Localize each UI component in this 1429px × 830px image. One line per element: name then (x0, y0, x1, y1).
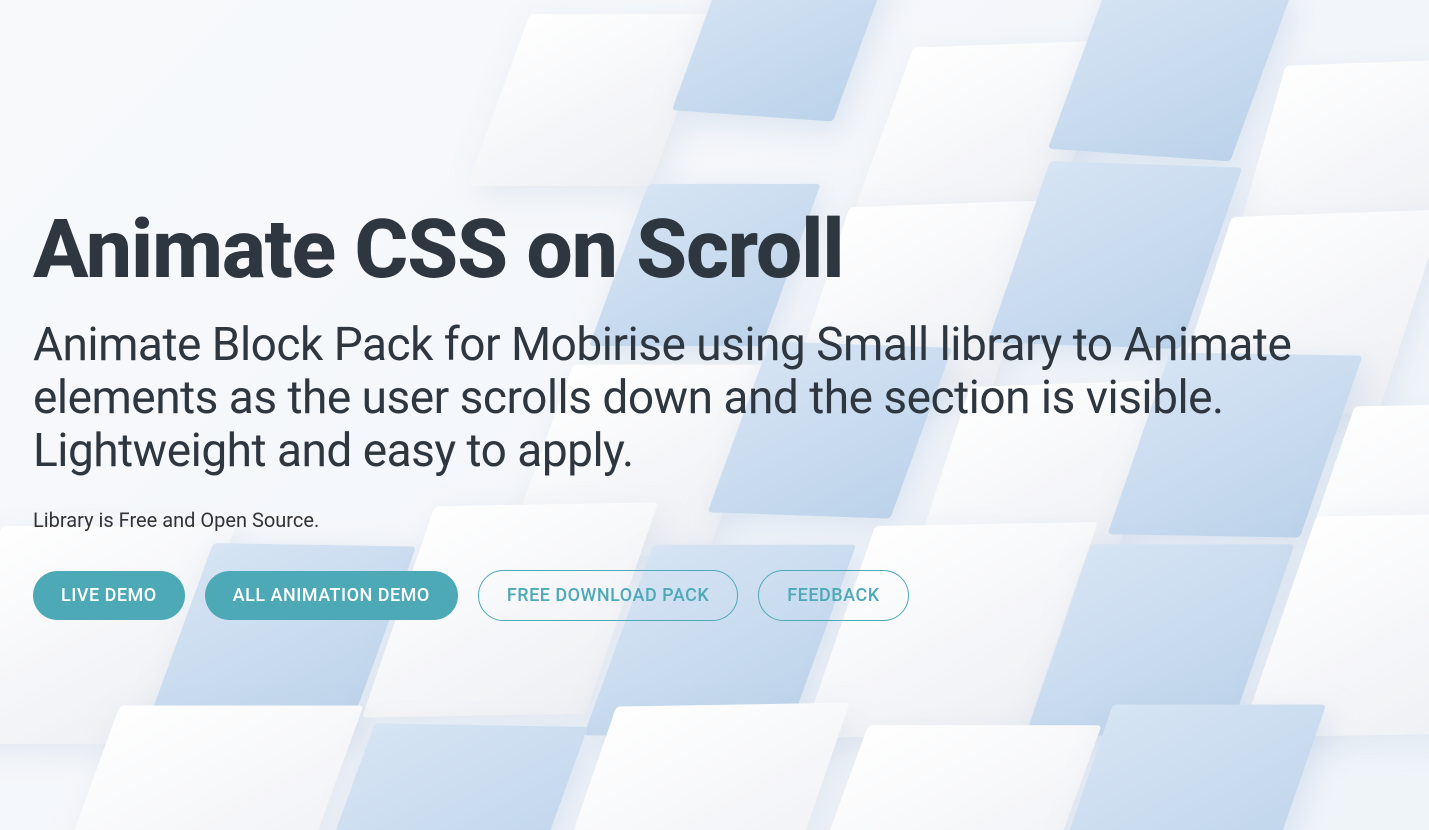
live-demo-button[interactable]: LIVE DEMO (33, 571, 185, 620)
hero-content: Animate CSS on Scroll Animate Block Pack… (33, 209, 1396, 621)
free-download-pack-button[interactable]: FREE DOWNLOAD PACK (478, 570, 738, 621)
page-description: Library is Free and Open Source. (33, 508, 1396, 532)
page-subtitle: Animate Block Pack for Mobirise using Sm… (33, 319, 1396, 478)
feedback-button[interactable]: FEEDBACK (758, 570, 908, 621)
button-row: LIVE DEMO ALL ANIMATION DEMO FREE DOWNLO… (33, 570, 1396, 621)
hero-section: Animate CSS on Scroll Animate Block Pack… (0, 0, 1429, 830)
page-title: Animate CSS on Scroll (33, 209, 1396, 291)
all-animation-demo-button[interactable]: ALL ANIMATION DEMO (205, 571, 458, 620)
